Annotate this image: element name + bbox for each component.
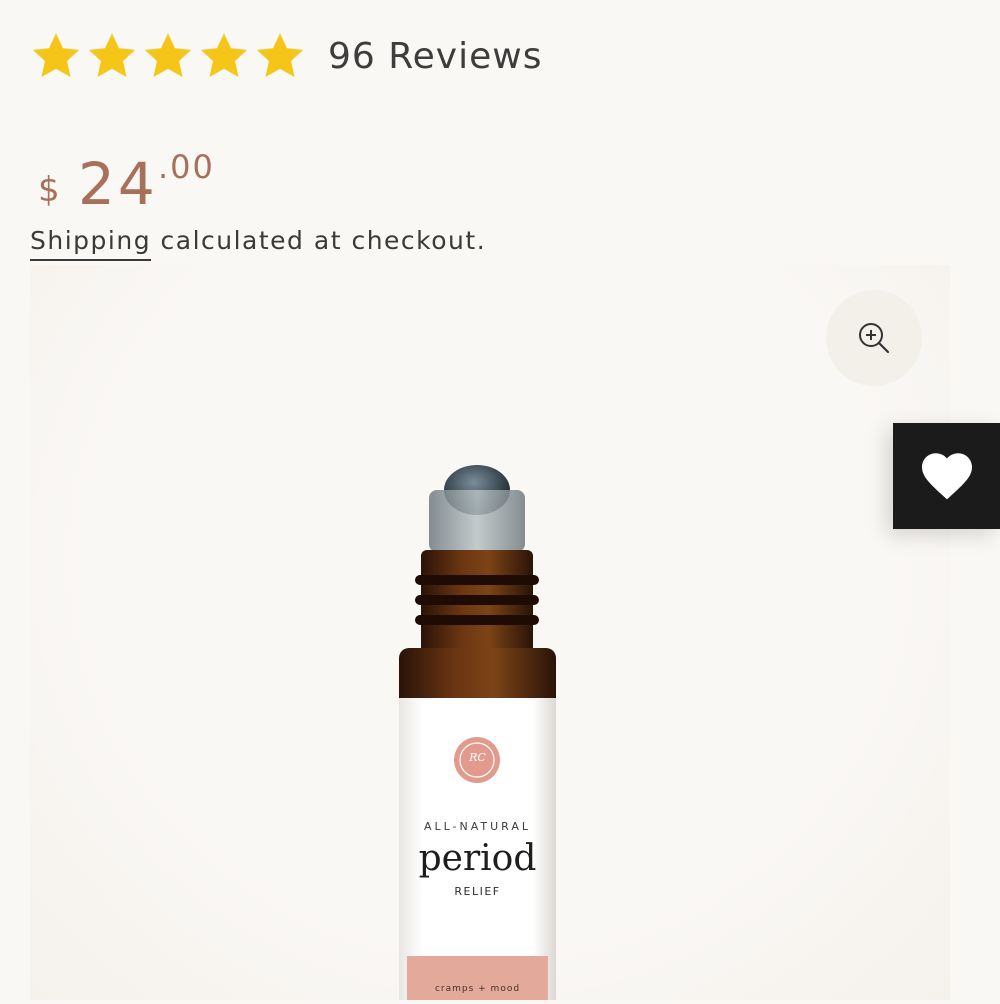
shipping-link[interactable]: Shipping <box>30 226 152 261</box>
star-icon <box>32 33 80 78</box>
shipping-note: Shipping calculated at checkout. <box>30 226 486 261</box>
price-whole: 24 <box>78 150 158 218</box>
heart-icon <box>921 453 972 500</box>
star-rating <box>30 30 306 82</box>
star-icon <box>256 33 304 78</box>
label-monogram: RC <box>469 751 486 764</box>
label-tag: cramps + mood <box>434 984 521 994</box>
rating-row[interactable]: 96 Reviews <box>30 26 542 86</box>
zoom-in-icon <box>859 323 890 354</box>
wishlist-button[interactable] <box>893 423 1000 529</box>
price-currency: $ <box>38 170 60 210</box>
label-product-subname: RELIEF <box>454 885 501 898</box>
star-icon <box>144 33 192 78</box>
shipping-note-text: calculated at checkout. <box>151 226 487 255</box>
reviews-count[interactable]: 96 Reviews <box>328 36 542 77</box>
zoom-button[interactable] <box>826 290 922 386</box>
price-cents: .00 <box>158 148 215 186</box>
star-icon <box>88 33 136 78</box>
roller-bottle-image <box>399 465 556 1000</box>
label-product-name: period <box>418 838 537 879</box>
product-image: RC ALL-NATURAL period RELIEF cramps + mo… <box>395 460 560 1000</box>
label-all-natural: ALL-NATURAL <box>423 820 532 833</box>
star-icon <box>200 33 248 78</box>
